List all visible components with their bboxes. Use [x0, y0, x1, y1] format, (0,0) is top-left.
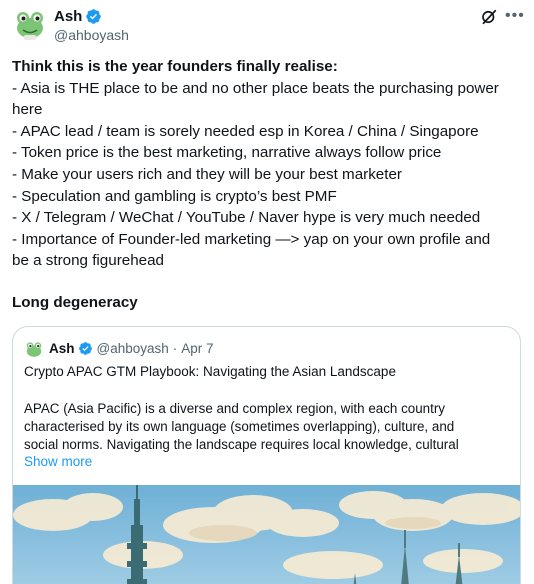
- quote-body-line: characterised by its own language (somet…: [24, 419, 455, 434]
- post-line: here: [12, 101, 43, 119]
- author-handle[interactable]: @ahboyash: [54, 27, 129, 43]
- author-name-row[interactable]: Ash: [54, 8, 102, 25]
- verified-badge-icon: [78, 342, 92, 355]
- quote-date[interactable]: Apr 7: [181, 341, 213, 356]
- grok-icon[interactable]: [480, 8, 498, 26]
- post-line: - Asia is THE place to be and no other p…: [12, 79, 499, 97]
- quote-cover-image[interactable]: [13, 485, 521, 584]
- post-line: be a strong figurehead: [12, 252, 164, 270]
- quote-header: Ash @ahboyash · Apr 7: [49, 341, 214, 356]
- author-name[interactable]: Ash: [54, 8, 82, 25]
- verified-badge-icon: [86, 9, 102, 24]
- quote-author-name: Ash: [49, 341, 75, 356]
- quote-body-line: APAC (Asia Pacific) is a diverse and com…: [24, 401, 445, 416]
- quote-title: Crypto APAC GTM Playbook: Navigating the…: [24, 364, 396, 379]
- post-line: - Speculation and gambling is crypto’s b…: [12, 187, 337, 205]
- quote-body-line: social norms. Navigating the landscape r…: [24, 437, 459, 452]
- post-line: Think this is the year founders finally …: [12, 58, 338, 75]
- quote-avatar: [24, 339, 44, 359]
- show-more-link[interactable]: Show more: [24, 454, 92, 469]
- post-subheading: Long degeneracy: [12, 294, 138, 311]
- quote-separator: ·: [172, 341, 178, 356]
- post-text: Think this is the year founders finally …: [12, 56, 527, 272]
- post-line: - Token price is the best marketing, nar…: [12, 144, 442, 162]
- post-line: - Make your users rich and they will be …: [12, 165, 402, 183]
- post-line: - X / Telegram / WeChat / YouTube / Nave…: [12, 209, 481, 227]
- quoted-post-card[interactable]: Ash @ahboyash · Apr 7 Crypto APAC GTM Pl…: [12, 326, 521, 584]
- post-line: - APAC lead / team is sorely needed esp …: [12, 122, 479, 140]
- avatar[interactable]: [12, 6, 48, 42]
- quote-author-handle: @ahboyash: [96, 341, 169, 356]
- quote-body: APAC (Asia Pacific) is a diverse and com…: [24, 400, 512, 454]
- post-line: - Importance of Founder-led marketing —>…: [12, 230, 491, 248]
- more-icon[interactable]: •••: [505, 7, 524, 25]
